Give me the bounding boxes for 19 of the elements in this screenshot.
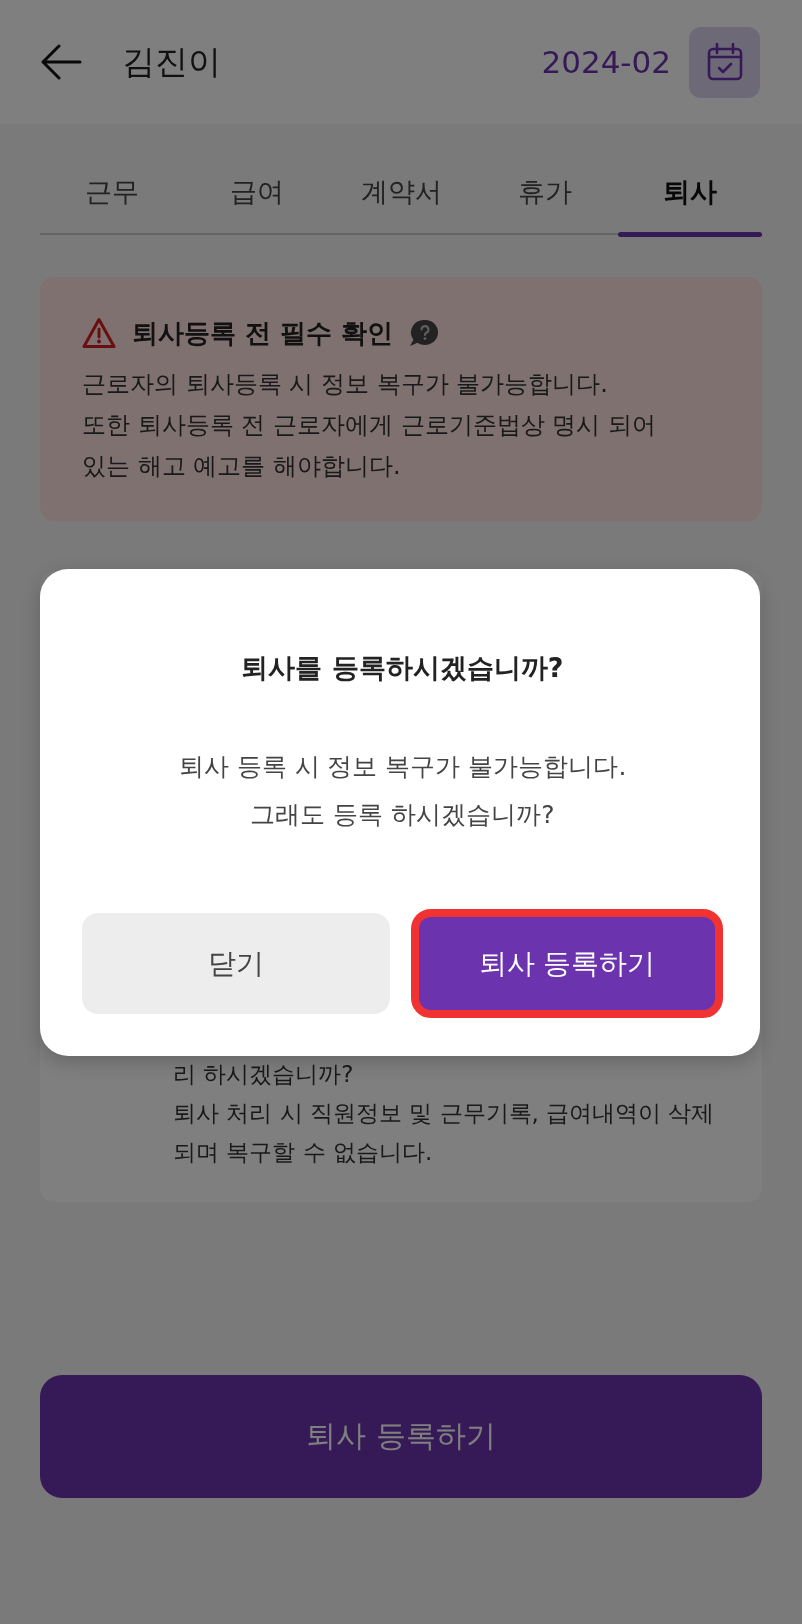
tab[interactable]: 휴가 bbox=[473, 124, 618, 233]
tab[interactable]: 계약서 bbox=[328, 124, 474, 233]
warning-text: 근로자의 퇴사등록 시 정보 복구가 불가능합니다. 또한 퇴사등록 전 근로자에게 근로기준법상 명시 되어 있는 해고 예고를 해야합니다. bbox=[82, 369, 657, 482]
warning-title: 퇴사등록 전 필수 확인 bbox=[132, 316, 394, 350]
month-label: 2024-02 bbox=[541, 44, 671, 80]
dialog-message: 퇴사 등록 시 정보 복구가 불가능합니다. 그래도 등록 하시겠습니까? bbox=[178, 751, 627, 831]
close-button[interactable]: 닫기 bbox=[82, 913, 390, 1014]
help-bubble-icon[interactable] bbox=[409, 319, 440, 347]
calendar-button[interactable] bbox=[689, 26, 760, 98]
register-resignation-button[interactable]: 퇴사 등록하기 bbox=[40, 1375, 762, 1498]
dialog-title: 퇴사를 등록하시겠습니까? bbox=[241, 651, 564, 685]
info-text: 리 하시겠습니까? 퇴사 처리 시 직원정보 및 근무기록, 급여내역이 삭제 되며 복구할 수 없습니다. bbox=[173, 1060, 716, 1167]
tab[interactable]: 근무 bbox=[40, 124, 185, 233]
confirm-button[interactable]: 퇴사 등록하기 bbox=[411, 909, 723, 1018]
calendar-icon bbox=[706, 43, 743, 81]
back-arrow-icon[interactable] bbox=[40, 44, 82, 80]
header-title: 김진이 bbox=[122, 40, 221, 83]
tab[interactable]: 급여 bbox=[184, 124, 329, 233]
warning-icon bbox=[82, 317, 116, 349]
